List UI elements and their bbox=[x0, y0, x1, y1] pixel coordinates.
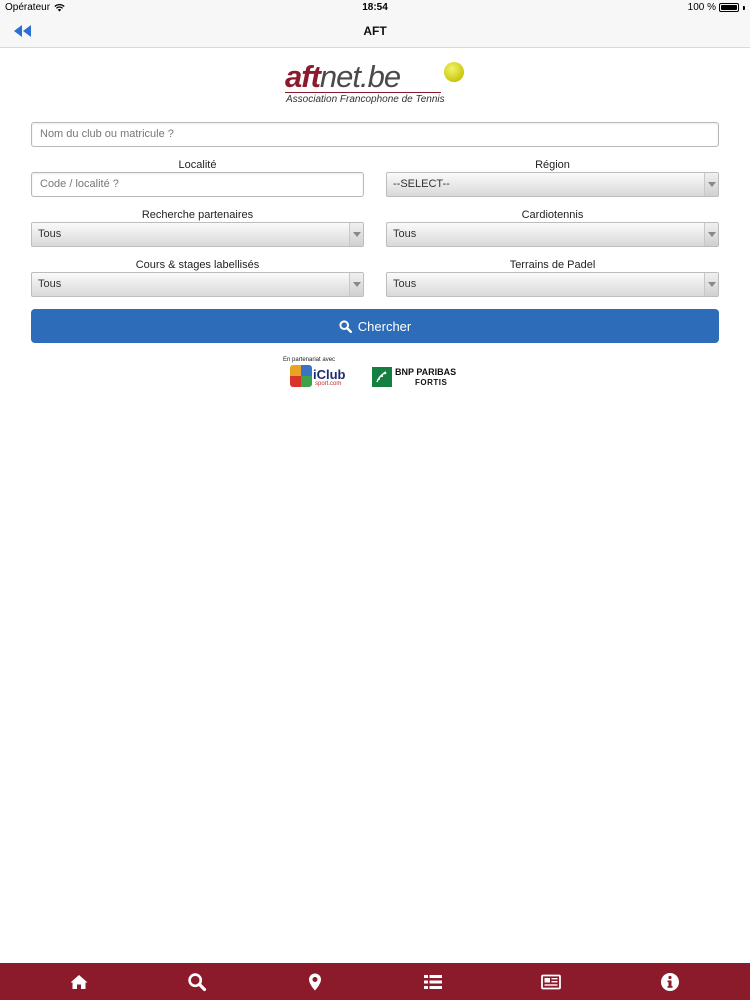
padel-select[interactable]: Tous bbox=[386, 272, 719, 297]
bnp-line1: BNP PARIBAS bbox=[395, 367, 457, 377]
tab-home[interactable] bbox=[59, 963, 99, 1000]
search-icon bbox=[188, 972, 207, 991]
logo-aft: aft bbox=[285, 59, 321, 94]
chevron-down-icon bbox=[349, 223, 363, 246]
bnp-line2: FORTIS bbox=[415, 378, 448, 387]
nav-bar: AFT bbox=[0, 16, 750, 48]
status-bar: Opérateur 18:54 100 % bbox=[0, 0, 750, 16]
region-label: Région bbox=[535, 159, 570, 171]
cours-label: Cours & stages labellisés bbox=[135, 259, 260, 271]
news-icon bbox=[541, 974, 561, 989]
search-icon bbox=[339, 319, 352, 333]
cardio-select[interactable]: Tous bbox=[386, 222, 719, 247]
list-icon bbox=[424, 974, 442, 989]
search-button[interactable]: Chercher bbox=[31, 309, 719, 343]
localite-input[interactable]: Code / localité ? bbox=[31, 172, 364, 197]
tab-list[interactable] bbox=[413, 963, 453, 1000]
cardio-value: Tous bbox=[393, 228, 417, 240]
tab-map[interactable] bbox=[295, 963, 335, 1000]
aftnet-logo: aftnet.be Association Francophone de Ten… bbox=[282, 60, 472, 108]
partenaires-select[interactable]: Tous bbox=[31, 222, 364, 247]
tab-info[interactable] bbox=[650, 963, 690, 1000]
page-title: AFT bbox=[363, 24, 387, 38]
iclub-squares-icon bbox=[290, 365, 312, 387]
tab-bar bbox=[0, 963, 750, 1000]
partenaires-value: Tous bbox=[38, 228, 62, 240]
iclub-sub: sport.com bbox=[315, 381, 342, 387]
padel-value: Tous bbox=[393, 278, 417, 290]
chevron-down-icon bbox=[349, 273, 363, 296]
iclub-name: iClub bbox=[313, 367, 346, 382]
partners-caption: En partenariat avec bbox=[283, 357, 336, 363]
bnp-paribas-fortis-logo: BNP PARIBAS FORTIS bbox=[372, 367, 468, 389]
padel-label: Terrains de Padel bbox=[509, 259, 596, 271]
tab-search[interactable] bbox=[177, 963, 217, 1000]
search-button-label: Chercher bbox=[357, 318, 412, 334]
localite-label: Localité bbox=[178, 159, 217, 171]
bnp-stars-icon bbox=[372, 367, 392, 387]
region-select[interactable]: --SELECT-- bbox=[386, 172, 719, 197]
tennis-ball-icon bbox=[444, 62, 464, 82]
cours-select[interactable]: Tous bbox=[31, 272, 364, 297]
map-pin-icon bbox=[309, 973, 321, 990]
logo-subtitle: Association Francophone de Tennis bbox=[286, 94, 445, 105]
partenaires-label: Recherche partenaires bbox=[141, 209, 254, 221]
region-value: --SELECT-- bbox=[393, 178, 450, 190]
home-icon bbox=[70, 974, 88, 989]
status-right: 100 % bbox=[688, 2, 745, 13]
club-search-input[interactable]: Nom du club ou matricule ? bbox=[31, 122, 719, 147]
status-time: 18:54 bbox=[362, 2, 388, 13]
battery-tip bbox=[743, 5, 745, 10]
battery-label: 100 % bbox=[687, 2, 716, 13]
cours-value: Tous bbox=[38, 278, 62, 290]
logo-underline bbox=[285, 92, 441, 93]
logo-wordmark: aftnet.be bbox=[285, 59, 401, 94]
chevron-down-icon bbox=[704, 173, 718, 196]
iclub-logo: iClub sport.com bbox=[290, 365, 352, 389]
battery-icon bbox=[719, 3, 739, 12]
chevron-down-icon bbox=[704, 273, 718, 296]
info-icon bbox=[661, 972, 679, 991]
logo-rest: net.be bbox=[319, 59, 401, 94]
cardio-label: Cardiotennis bbox=[521, 209, 584, 221]
chevron-down-icon bbox=[704, 223, 718, 246]
tab-news[interactable] bbox=[531, 963, 571, 1000]
